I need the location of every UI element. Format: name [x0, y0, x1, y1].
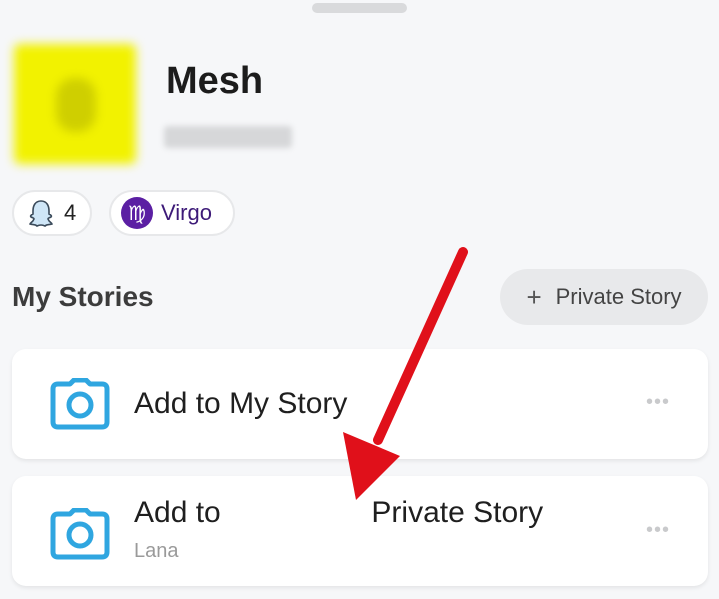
profile-avatar[interactable] — [14, 44, 136, 164]
more-dots-icon[interactable]: ••• — [646, 519, 670, 542]
new-private-story-button[interactable]: + Private Story — [500, 269, 708, 325]
zodiac-pill[interactable]: ♍ Virgo — [109, 190, 235, 236]
plus-icon: + — [526, 281, 542, 312]
story-item-subtitle: Lana — [134, 540, 179, 562]
story-item-title: Add to Private Story — [134, 496, 543, 530]
virgo-icon: ♍ — [121, 197, 153, 229]
zodiac-label: Virgo — [161, 200, 212, 225]
story-item-title: Add to My Story — [134, 387, 348, 420]
profile-display-name: Mesh — [166, 60, 264, 102]
camera-icon — [50, 378, 110, 430]
profile-username-redacted — [164, 126, 292, 148]
private-story-button-label: Private Story — [555, 284, 682, 309]
section-title-my-stories: My Stories — [12, 281, 154, 312]
ghost-icon — [29, 200, 53, 227]
story-item-add-to-private-story[interactable]: Add to Private Story Lana ••• — [12, 476, 708, 586]
more-dots-icon[interactable]: ••• — [646, 391, 670, 414]
story-name-redacted — [229, 501, 364, 528]
camera-icon — [50, 508, 110, 560]
story-title-suffix: Private Story — [371, 496, 544, 529]
drag-handle[interactable] — [312, 3, 407, 13]
friends-count-pill[interactable]: 4 — [12, 190, 92, 236]
story-item-add-to-my-story[interactable]: Add to My Story ••• — [12, 349, 708, 459]
story-title-prefix: Add to — [134, 496, 221, 529]
friends-count: 4 — [64, 200, 77, 225]
